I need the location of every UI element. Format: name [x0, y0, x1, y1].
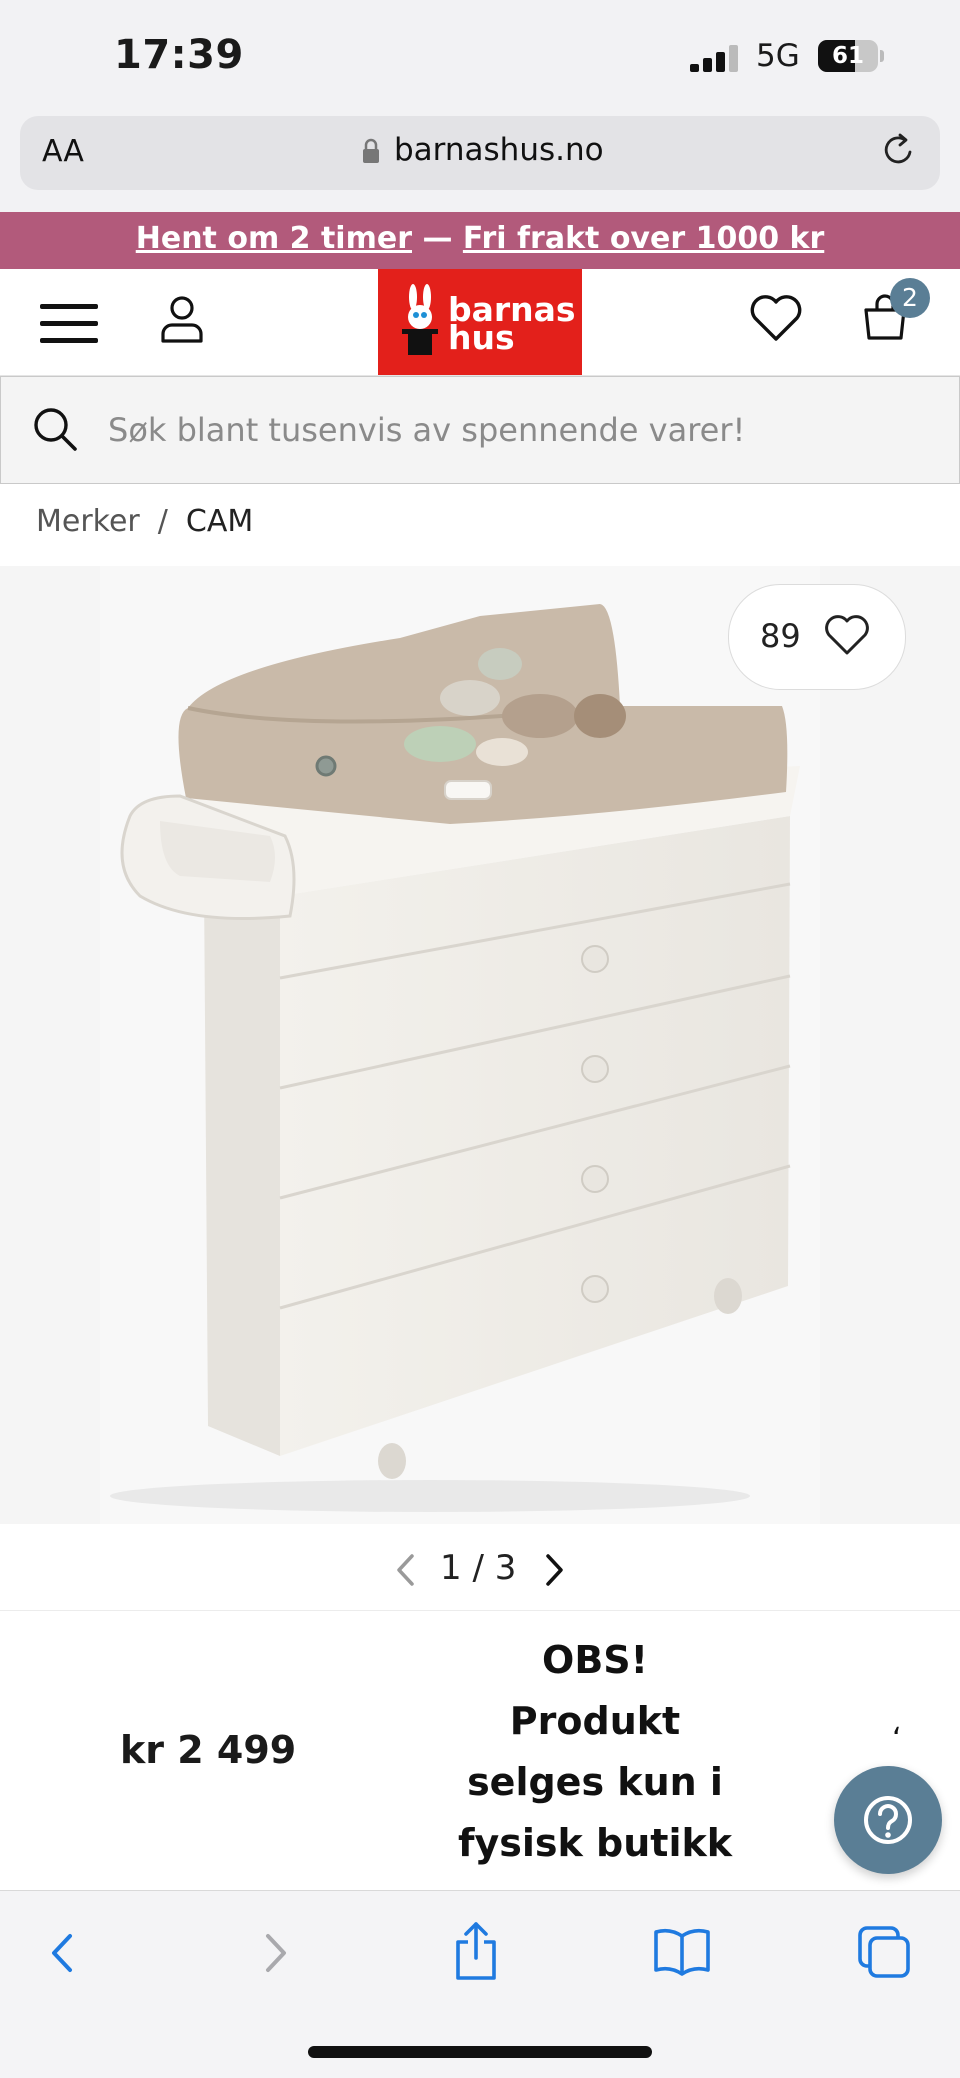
question-icon [864, 1796, 912, 1844]
lock-icon [363, 138, 379, 163]
promo-banner: Hent om 2 timer — Fri frakt over 1000 kr [0, 212, 960, 269]
back-icon[interactable] [46, 1928, 80, 1978]
bunny-logo-icon [402, 284, 438, 355]
breadcrumb-brands-link[interactable]: Merker [36, 504, 140, 539]
battery-level: 61 [831, 43, 864, 69]
network-type: 5G [756, 38, 800, 74]
cart-count-badge[interactable]: 2 [890, 278, 930, 318]
text-size-button[interactable]: AA [42, 134, 84, 169]
breadcrumb: Merker / CAM [36, 504, 253, 539]
image-counter: 1 / 3 [440, 1548, 517, 1588]
help-button[interactable] [834, 1766, 942, 1874]
breadcrumb-current: CAM [185, 504, 254, 539]
text-size-label: AA [42, 134, 84, 169]
promo-shipping-link[interactable]: Fri frakt over 1000 kr [463, 221, 824, 256]
url-text[interactable]: barnashus.no [394, 132, 604, 168]
notice-line: fysisk butikk [457, 1821, 733, 1865]
chevron-right-icon[interactable] [544, 1552, 566, 1588]
user-icon[interactable] [160, 294, 204, 344]
signal-icon [690, 44, 742, 72]
wishlist-heart-icon[interactable] [748, 294, 804, 342]
product-price: kr 2 499 [120, 1728, 297, 1772]
search-input[interactable] [108, 405, 928, 455]
tabs-icon[interactable] [856, 1924, 912, 1980]
breadcrumb-separator: / [157, 504, 168, 539]
forward-icon[interactable] [258, 1928, 292, 1978]
notice-line: Produkt [509, 1699, 681, 1743]
reload-icon[interactable] [880, 130, 916, 170]
share-icon[interactable] [452, 1920, 500, 1982]
status-time: 17:39 [114, 32, 244, 78]
truncated-mark: ʻ [892, 1722, 902, 1757]
bookmarks-icon[interactable] [652, 1926, 712, 1976]
search-icon[interactable] [32, 406, 78, 452]
logo-text: barnas hus [448, 293, 576, 354]
product-image[interactable] [100, 566, 820, 1524]
store-only-notice: OBS! Produkt selges kun i fysisk butikk [430, 1630, 760, 1874]
favorite-count: 89 [760, 617, 801, 655]
home-indicator [308, 2046, 652, 2058]
notice-line: selges kun i [467, 1760, 723, 1804]
image-total: 3 [494, 1548, 517, 1588]
battery-icon: 61 [818, 40, 884, 72]
favorite-button[interactable] [728, 584, 906, 690]
promo-pickup-link[interactable]: Hent om 2 timer [136, 221, 412, 256]
image-index: 1 [440, 1548, 462, 1588]
notice-line: OBS! [542, 1638, 648, 1682]
menu-icon[interactable] [40, 302, 98, 346]
chevron-left-icon[interactable] [394, 1552, 416, 1588]
promo-separator: — [412, 221, 463, 256]
heart-icon [825, 615, 869, 655]
